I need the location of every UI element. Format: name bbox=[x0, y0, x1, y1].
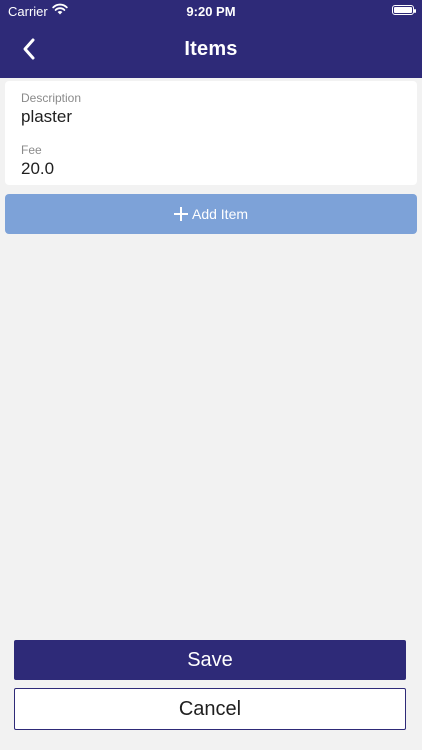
page-title: Items bbox=[184, 38, 238, 60]
battery-icon bbox=[392, 5, 416, 15]
clock: 9:20 PM bbox=[186, 4, 236, 19]
plus-icon bbox=[173, 206, 188, 221]
save-button[interactable]: Save bbox=[14, 640, 406, 680]
description-label: Description bbox=[21, 91, 82, 105]
description-field[interactable]: plaster bbox=[21, 107, 72, 127]
item-card: Description plaster Fee 20.0 bbox=[5, 81, 417, 185]
add-item-label: Add Item bbox=[191, 206, 249, 222]
app-header: Carrier 9:20 PM Items bbox=[0, 0, 422, 78]
fee-label: Fee bbox=[21, 143, 42, 157]
fee-field[interactable]: 20.0 bbox=[21, 159, 54, 179]
add-item-button[interactable]: Add Item bbox=[5, 194, 417, 234]
cancel-button[interactable]: Cancel bbox=[14, 688, 406, 730]
status-bar: Carrier 9:20 PM bbox=[0, 0, 422, 22]
